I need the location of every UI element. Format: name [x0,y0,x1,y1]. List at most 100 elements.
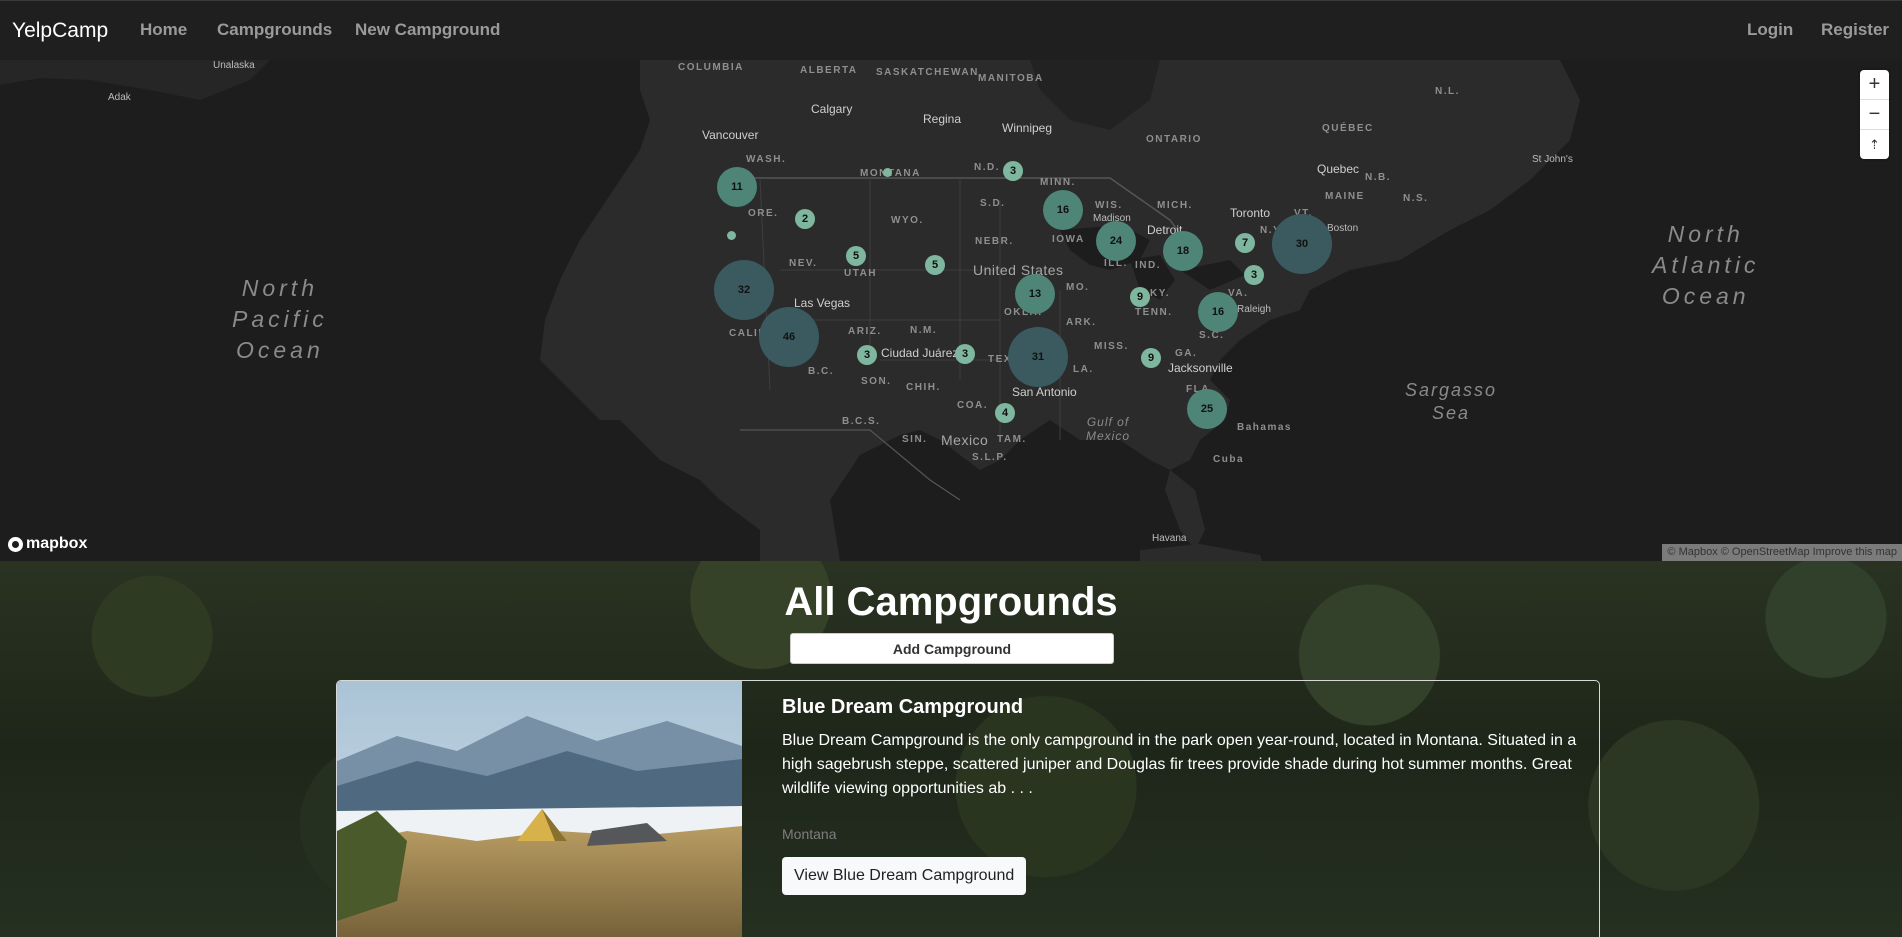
region-ariz: ARIZ. [848,326,882,337]
region-saskatchewan: SASKATCHEWAN [876,67,979,78]
brand-logo[interactable]: YelpCamp [12,19,108,43]
region-wis: WIS. [1095,200,1123,211]
mapbox-logo[interactable]: mapbox [8,535,87,553]
zoom-out-button[interactable]: − [1860,100,1889,130]
cluster-marker[interactable]: 16 [1198,292,1238,332]
nav-campgrounds-link[interactable]: Campgrounds [217,20,332,40]
city-havana: Havana [1152,533,1187,544]
city-boston: Boston [1327,223,1359,234]
region-slp: S.L.P. [972,452,1008,463]
cluster-marker[interactable]: 2 [795,209,815,229]
region-mich: MICH. [1157,200,1193,211]
cluster-marker[interactable]: 5 [846,246,866,266]
campground-title: Blue Dream Campground [782,696,1024,718]
region-utah: UTAH [844,268,878,279]
region-nb: N.B. [1365,172,1391,183]
view-campground-button[interactable]: View Blue Dream Campground [782,857,1027,895]
cluster-marker[interactable]: 3 [1003,161,1023,181]
nav-home-link[interactable]: Home [140,20,187,40]
region-mo: MO. [1066,282,1090,293]
region-ky: KY. [1150,288,1171,299]
region-ind: IND. [1135,260,1161,271]
nav-login-link[interactable]: Login [1747,20,1793,40]
cluster-marker[interactable]: 46 [759,307,819,367]
city-ciudad-juarez: Ciudad Juárez [881,346,959,360]
region-sin: SIN. [902,434,928,445]
campground-card: Blue Dream Campground Blue Dream Campgro… [336,680,1600,937]
region-united-states: United States [973,262,1064,278]
nav-new-campground-link[interactable]: New Campground [355,20,500,40]
cluster-marker[interactable]: 16 [1043,190,1083,230]
city-san-antonio: San Antonio [1012,385,1077,399]
region-son: SON. [861,376,892,387]
campground-point[interactable] [727,231,736,240]
cluster-marker[interactable]: 31 [1008,327,1068,387]
city-las-vegas: Las Vegas [794,296,851,310]
region-nl: N.L. [1435,86,1460,97]
region-wyo: WYO. [891,215,924,226]
region-chih: CHIH. [906,382,941,393]
region-ns: N.S. [1403,193,1429,204]
page-title: All Campgrounds [784,580,1118,624]
city-calgary: Calgary [811,102,853,116]
cluster-marker[interactable]: 3 [955,344,975,364]
campgrounds-section: All Campgrounds Add Campground Blue Drea… [0,561,1902,937]
region-columbia: COLUMBIA [678,62,744,73]
city-winnipeg: Winnipeg [1002,121,1053,135]
map-attribution[interactable]: © Mapbox © OpenStreetMap Improve this ma… [1662,544,1902,561]
city-toronto: Toronto [1230,206,1271,220]
cluster-marker[interactable]: 25 [1187,389,1227,429]
region-iowa: IOWA [1052,234,1085,245]
navbar: YelpCamp Home Campgrounds New Campground… [0,0,1902,60]
cluster-marker[interactable]: 11 [717,167,757,207]
cluster-marker[interactable]: 18 [1163,231,1203,271]
cluster-marker[interactable]: 9 [1130,287,1150,307]
campground-image [337,681,742,937]
cluster-map[interactable]: North Pacific Ocean North Atlantic Ocean… [0,60,1902,561]
city-unalaska: Unalaska [213,60,255,71]
region-manitoba: MANITOBA [978,73,1044,84]
cluster-marker[interactable]: 30 [1272,214,1332,274]
cluster-marker[interactable]: 32 [714,260,774,320]
city-st-johns: St John's [1532,154,1573,165]
gulf-of-mexico-label: Gulf of Mexico [1086,415,1131,443]
sargasso-sea-label: Sargasso Sea [1405,380,1498,423]
region-cuba: Cuba [1213,454,1244,465]
region-bc: B.C. [808,366,834,377]
city-regina: Regina [923,112,962,126]
north-pacific-label: North Pacific Ocean [232,275,328,363]
region-coa: COA. [957,400,988,411]
city-raleigh: Raleigh [1237,304,1271,315]
region-mexico: Mexico [941,432,989,448]
region-tenn: TENN. [1135,307,1173,318]
campground-point[interactable] [883,168,892,177]
region-nev: NEV. [789,258,818,269]
region-nebr: NEBR. [975,236,1014,247]
cluster-marker[interactable]: 5 [925,255,945,275]
cluster-marker[interactable]: 3 [1244,265,1264,285]
region-minn: MINN. [1040,177,1076,188]
region-ga: GA. [1175,348,1198,359]
region-sd: S.D. [980,198,1006,209]
city-quebec: Quebec [1317,162,1360,176]
cluster-marker[interactable]: 3 [857,345,877,365]
cluster-marker[interactable]: 4 [995,403,1015,423]
add-campground-button[interactable]: Add Campground [790,633,1114,664]
region-miss: MISS. [1094,341,1129,352]
region-bahamas: Bahamas [1237,422,1292,433]
zoom-in-button[interactable]: + [1860,70,1889,100]
region-ark: ARK. [1066,317,1097,328]
cluster-marker[interactable]: 24 [1096,221,1136,261]
region-wash: WASH. [746,154,787,165]
compass-button[interactable]: ⇡ [1860,130,1889,159]
cluster-marker[interactable]: 9 [1141,348,1161,368]
region-nm: N.M. [910,325,938,336]
cluster-marker[interactable]: 7 [1235,233,1255,253]
region-bcs: B.C.S. [842,416,881,427]
north-atlantic-label: North Atlantic Ocean [1652,221,1760,309]
region-quebec: QUÉBEC [1322,123,1374,134]
region-tam: TAM. [997,434,1027,445]
cluster-marker[interactable]: 13 [1015,274,1055,314]
nav-register-link[interactable]: Register [1821,20,1889,40]
campground-location: Montana [782,826,837,842]
